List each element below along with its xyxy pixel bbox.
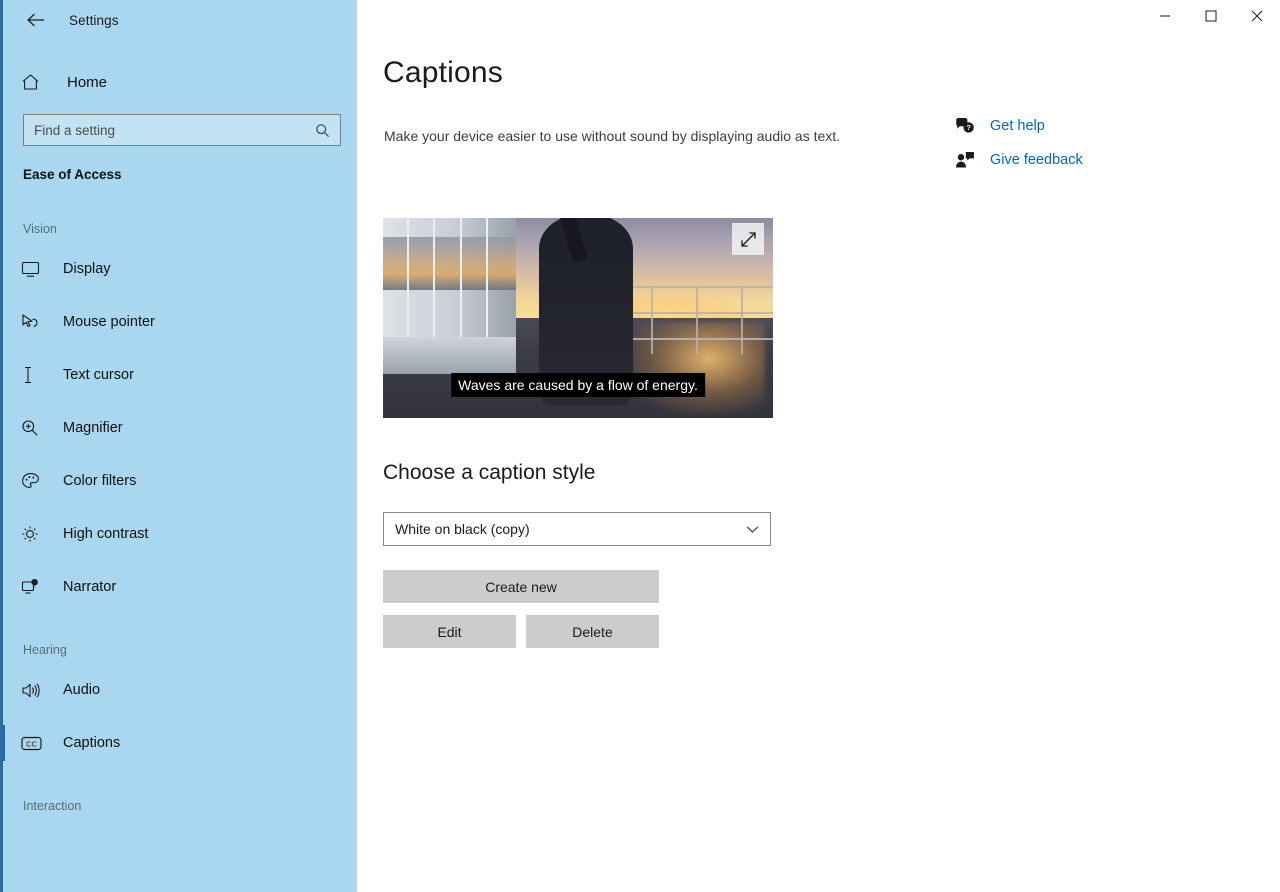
group-spacer (3, 621, 357, 643)
help-bubble-icon: ? (953, 117, 977, 135)
section-title: Choose a caption style (383, 461, 595, 485)
sidebar-item-label: Mouse pointer (63, 314, 155, 330)
preview-wall-glass (383, 237, 516, 290)
sidebar-nav: Vision Display Mouse pointer (3, 222, 357, 813)
sidebar-item-display[interactable]: Display (3, 250, 357, 288)
sidebar-item-label: Text cursor (63, 367, 134, 383)
back-button[interactable] (19, 5, 53, 35)
narrator-icon (21, 578, 47, 596)
sidebar-item-color-filters[interactable]: Color filters (3, 462, 357, 500)
search-placeholder: Find a setting (34, 123, 314, 138)
search-icon (314, 122, 330, 138)
caption-style-value: White on black (copy) (395, 521, 745, 537)
search-wrapper: Find a setting (23, 114, 337, 146)
sidebar-item-label: High contrast (63, 526, 148, 542)
svg-text:CC: CC (26, 739, 37, 748)
sidebar-item-text-cursor[interactable]: Text cursor (3, 356, 357, 394)
sidebar-item-label: Magnifier (63, 420, 123, 436)
group-spacer (3, 777, 357, 799)
minimize-button[interactable] (1142, 0, 1188, 32)
magnifier-icon (21, 419, 47, 437)
create-new-button[interactable]: Create new (383, 570, 659, 603)
feedback-person-icon (953, 151, 977, 169)
sidebar-item-mouse-pointer[interactable]: Mouse pointer (3, 303, 357, 341)
give-feedback-link[interactable]: Give feedback (953, 146, 1123, 174)
page-title: Captions (383, 56, 503, 90)
svg-text:?: ? (966, 125, 970, 132)
expand-diagonal-icon (740, 231, 757, 248)
caption-style-dropdown[interactable]: White on black (copy) (383, 512, 771, 546)
group-label-hearing: Hearing (23, 643, 357, 657)
sidebar: Settings Home Find a setting Ea (0, 0, 357, 892)
help-links: ? Get help Give feedback (953, 112, 1123, 180)
expand-preview-button[interactable] (732, 223, 764, 255)
palette-icon (21, 472, 47, 490)
speaker-icon (21, 682, 47, 699)
sidebar-item-captions[interactable]: CC Captions (3, 724, 357, 762)
page-description: Make your device easier to use without s… (384, 126, 860, 147)
mouse-pointer-icon (21, 313, 47, 331)
chevron-down-icon (745, 525, 759, 534)
preview-rail-post (696, 286, 698, 354)
app-title: Settings (69, 13, 119, 28)
preview-rail-post (651, 286, 653, 354)
minimize-icon (1159, 10, 1171, 22)
sidebar-item-label: Narrator (63, 579, 116, 595)
titlebar-left: Settings (3, 0, 357, 40)
get-help-link[interactable]: ? Get help (953, 112, 1123, 140)
give-feedback-label: Give feedback (990, 152, 1083, 168)
maximize-icon (1205, 10, 1217, 22)
main-content: Captions Make your device easier to use … (357, 0, 1280, 892)
search-input[interactable]: Find a setting (23, 114, 341, 146)
close-icon (1251, 10, 1263, 22)
settings-window: Settings Home Find a setting Ea (0, 0, 1280, 892)
sidebar-item-magnifier[interactable]: Magnifier (3, 409, 357, 447)
sidebar-item-high-contrast[interactable]: High contrast (3, 515, 357, 553)
group-label-interaction: Interaction (23, 799, 357, 813)
caption-preview[interactable]: Waves are caused by a flow of energy. (383, 218, 773, 418)
close-button[interactable] (1234, 0, 1280, 32)
preview-caption-text: Waves are caused by a flow of energy. (451, 373, 705, 397)
preview-rail-post (741, 286, 743, 354)
text-cursor-icon (21, 366, 47, 384)
preview-wall-base (383, 337, 516, 374)
window-controls (1142, 0, 1280, 32)
sidebar-item-label: Captions (63, 735, 120, 751)
edit-button[interactable]: Edit (383, 615, 516, 648)
sidebar-item-label: Audio (63, 682, 100, 698)
category-title: Ease of Access (23, 167, 357, 182)
preview-person-bag (560, 218, 588, 263)
preview-wall (383, 218, 516, 374)
sidebar-item-home[interactable]: Home (3, 62, 357, 102)
delete-button[interactable]: Delete (526, 615, 659, 648)
monitor-icon (21, 261, 47, 278)
sidebar-item-label: Color filters (63, 473, 136, 489)
sidebar-item-label: Display (63, 261, 111, 277)
home-icon (21, 73, 53, 91)
group-label-vision: Vision (23, 222, 357, 236)
get-help-label: Get help (990, 118, 1045, 134)
sidebar-item-label: Home (67, 74, 107, 91)
captions-icon: CC (21, 736, 47, 751)
sidebar-item-narrator[interactable]: Narrator (3, 568, 357, 606)
maximize-button[interactable] (1188, 0, 1234, 32)
brightness-icon (21, 525, 47, 543)
sidebar-item-audio[interactable]: Audio (3, 671, 357, 709)
back-arrow-icon (26, 12, 46, 28)
